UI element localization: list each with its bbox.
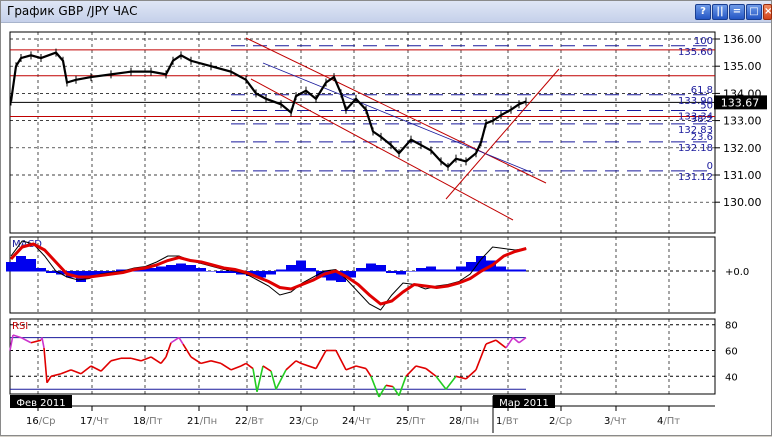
fibonacci-percent-label: 50: [700, 101, 713, 112]
date-number: 24: [342, 416, 355, 427]
macd-histogram-bar: [196, 268, 206, 272]
rsi-tick-label: 80: [725, 321, 738, 332]
date-number: 23: [289, 416, 302, 427]
date-weekday: /Пн: [462, 416, 479, 427]
macd-histogram-bar: [396, 271, 406, 275]
date-label: 25/Пт: [396, 416, 426, 427]
fibonacci-percent-label: 23.6: [691, 132, 713, 143]
y-tick-label: 135.00: [723, 60, 762, 73]
macd-histogram-bar: [386, 271, 396, 273]
date-weekday: /Ср: [555, 416, 572, 427]
date-label: 21/Пн: [187, 416, 217, 427]
date-weekday: /Чт: [355, 416, 371, 427]
fibonacci-percent-label: 100: [694, 36, 713, 47]
macd-histogram-bar: [466, 262, 476, 272]
date-label: 16/Ср: [26, 416, 55, 427]
macd-histogram-bar: [176, 263, 186, 272]
macd-histogram-bar: [406, 271, 416, 272]
macd-histogram-bar: [166, 265, 176, 272]
date-weekday: /Чт: [610, 416, 626, 427]
macd-histogram-bar: [306, 268, 316, 272]
date-number: 25: [396, 416, 409, 427]
date-weekday: /Пт: [409, 416, 426, 427]
rsi-panel: [9, 318, 716, 395]
date-number: 28: [449, 416, 462, 427]
date-label: 28/Пн: [449, 416, 479, 427]
date-label: 18/Пт: [133, 416, 163, 427]
macd-histogram-bar: [376, 265, 386, 272]
date-number: 16: [26, 416, 39, 427]
date-number: 18: [133, 416, 146, 427]
y-tick-label: 133.00: [723, 115, 762, 128]
macd-histogram-bar: [356, 268, 366, 272]
macd-histogram-bar: [266, 271, 276, 275]
rsi-label: RSI: [12, 321, 28, 332]
y-tick-label: 132.00: [723, 142, 762, 155]
date-label: 3/Чт: [604, 416, 627, 427]
month-label: Мар 2011: [499, 398, 549, 409]
fibonacci-price-label: 135.60: [678, 47, 713, 58]
y-tick-label: 131.00: [723, 169, 762, 182]
date-weekday: /Чт: [93, 416, 109, 427]
fibonacci-percent-label: 61.8: [691, 85, 713, 96]
macd-histogram-bar: [6, 262, 16, 272]
fibonacci-percent-label: 0: [707, 161, 713, 172]
macd-histogram-bar: [186, 265, 196, 272]
date-label: 1/Вт: [496, 416, 519, 427]
macd-histogram-bar: [36, 268, 46, 272]
macd-histogram-bar: [46, 271, 56, 273]
macd-histogram-bar: [16, 256, 26, 272]
date-number: 17: [80, 416, 93, 427]
macd-histogram-bar: [496, 266, 506, 272]
date-weekday: /Пн: [200, 416, 217, 427]
macd-histogram-bar: [286, 265, 296, 272]
macd-histogram-bar: [426, 266, 436, 272]
date-label: 23/Ср: [289, 416, 318, 427]
macd-histogram-bar: [416, 268, 426, 272]
macd-histogram-bar: [366, 263, 376, 272]
date-label: 17/Чт: [80, 416, 109, 427]
price-panel: [9, 31, 716, 234]
macd-histogram-bar: [506, 269, 516, 272]
macd-histogram-bar: [26, 259, 36, 272]
date-label: 22/Вт: [235, 416, 264, 427]
date-label: 4/Пт: [657, 416, 680, 427]
macd-histogram-bar: [156, 266, 166, 272]
macd-histogram-bar: [276, 269, 286, 272]
macd-histogram-bar: [296, 260, 306, 272]
month-label: Фев 2011: [16, 398, 65, 409]
date-label: 24/Чт: [342, 416, 371, 427]
chart-window: График GBP /JPY ЧАС ? || = □ × 136.00 135…: [0, 0, 772, 436]
fibonacci-price-label: 131.12: [678, 172, 713, 183]
fibonacci-price-label: 132.18: [678, 143, 713, 154]
macd-histogram-bar: [456, 266, 466, 272]
chart-area[interactable]: 136.00135.00134.00133.00132.00131.00130.…: [1, 1, 772, 437]
date-weekday: /Вт: [502, 416, 518, 427]
date-number: 21: [187, 416, 200, 427]
fibonacci-percent-label: 38.2: [691, 114, 713, 125]
y-tick-label: 130.00: [723, 196, 762, 209]
macd-panel: [9, 236, 716, 314]
date-weekday: /Вт: [248, 416, 264, 427]
date-weekday: /Пт: [663, 416, 680, 427]
current-price-label: 133.67: [721, 96, 760, 109]
rsi-tick-label: 60: [725, 347, 738, 358]
date-weekday: /Ср: [39, 416, 56, 427]
date-weekday: /Пт: [146, 416, 163, 427]
macd-histogram-bar: [216, 271, 226, 273]
rsi-tick-label: 40: [725, 372, 738, 383]
y-tick-label: 136.00: [723, 33, 762, 46]
date-number: 22: [235, 416, 248, 427]
macd-histogram-bar: [446, 269, 456, 272]
date-weekday: /Ср: [302, 416, 319, 427]
macd-histogram-bar: [516, 269, 526, 272]
macd-histogram-bar: [206, 271, 216, 272]
macd-histogram-bar: [436, 269, 446, 272]
date-label: 2/Ср: [549, 416, 572, 427]
macd-zero-label: +0.0: [725, 267, 749, 278]
